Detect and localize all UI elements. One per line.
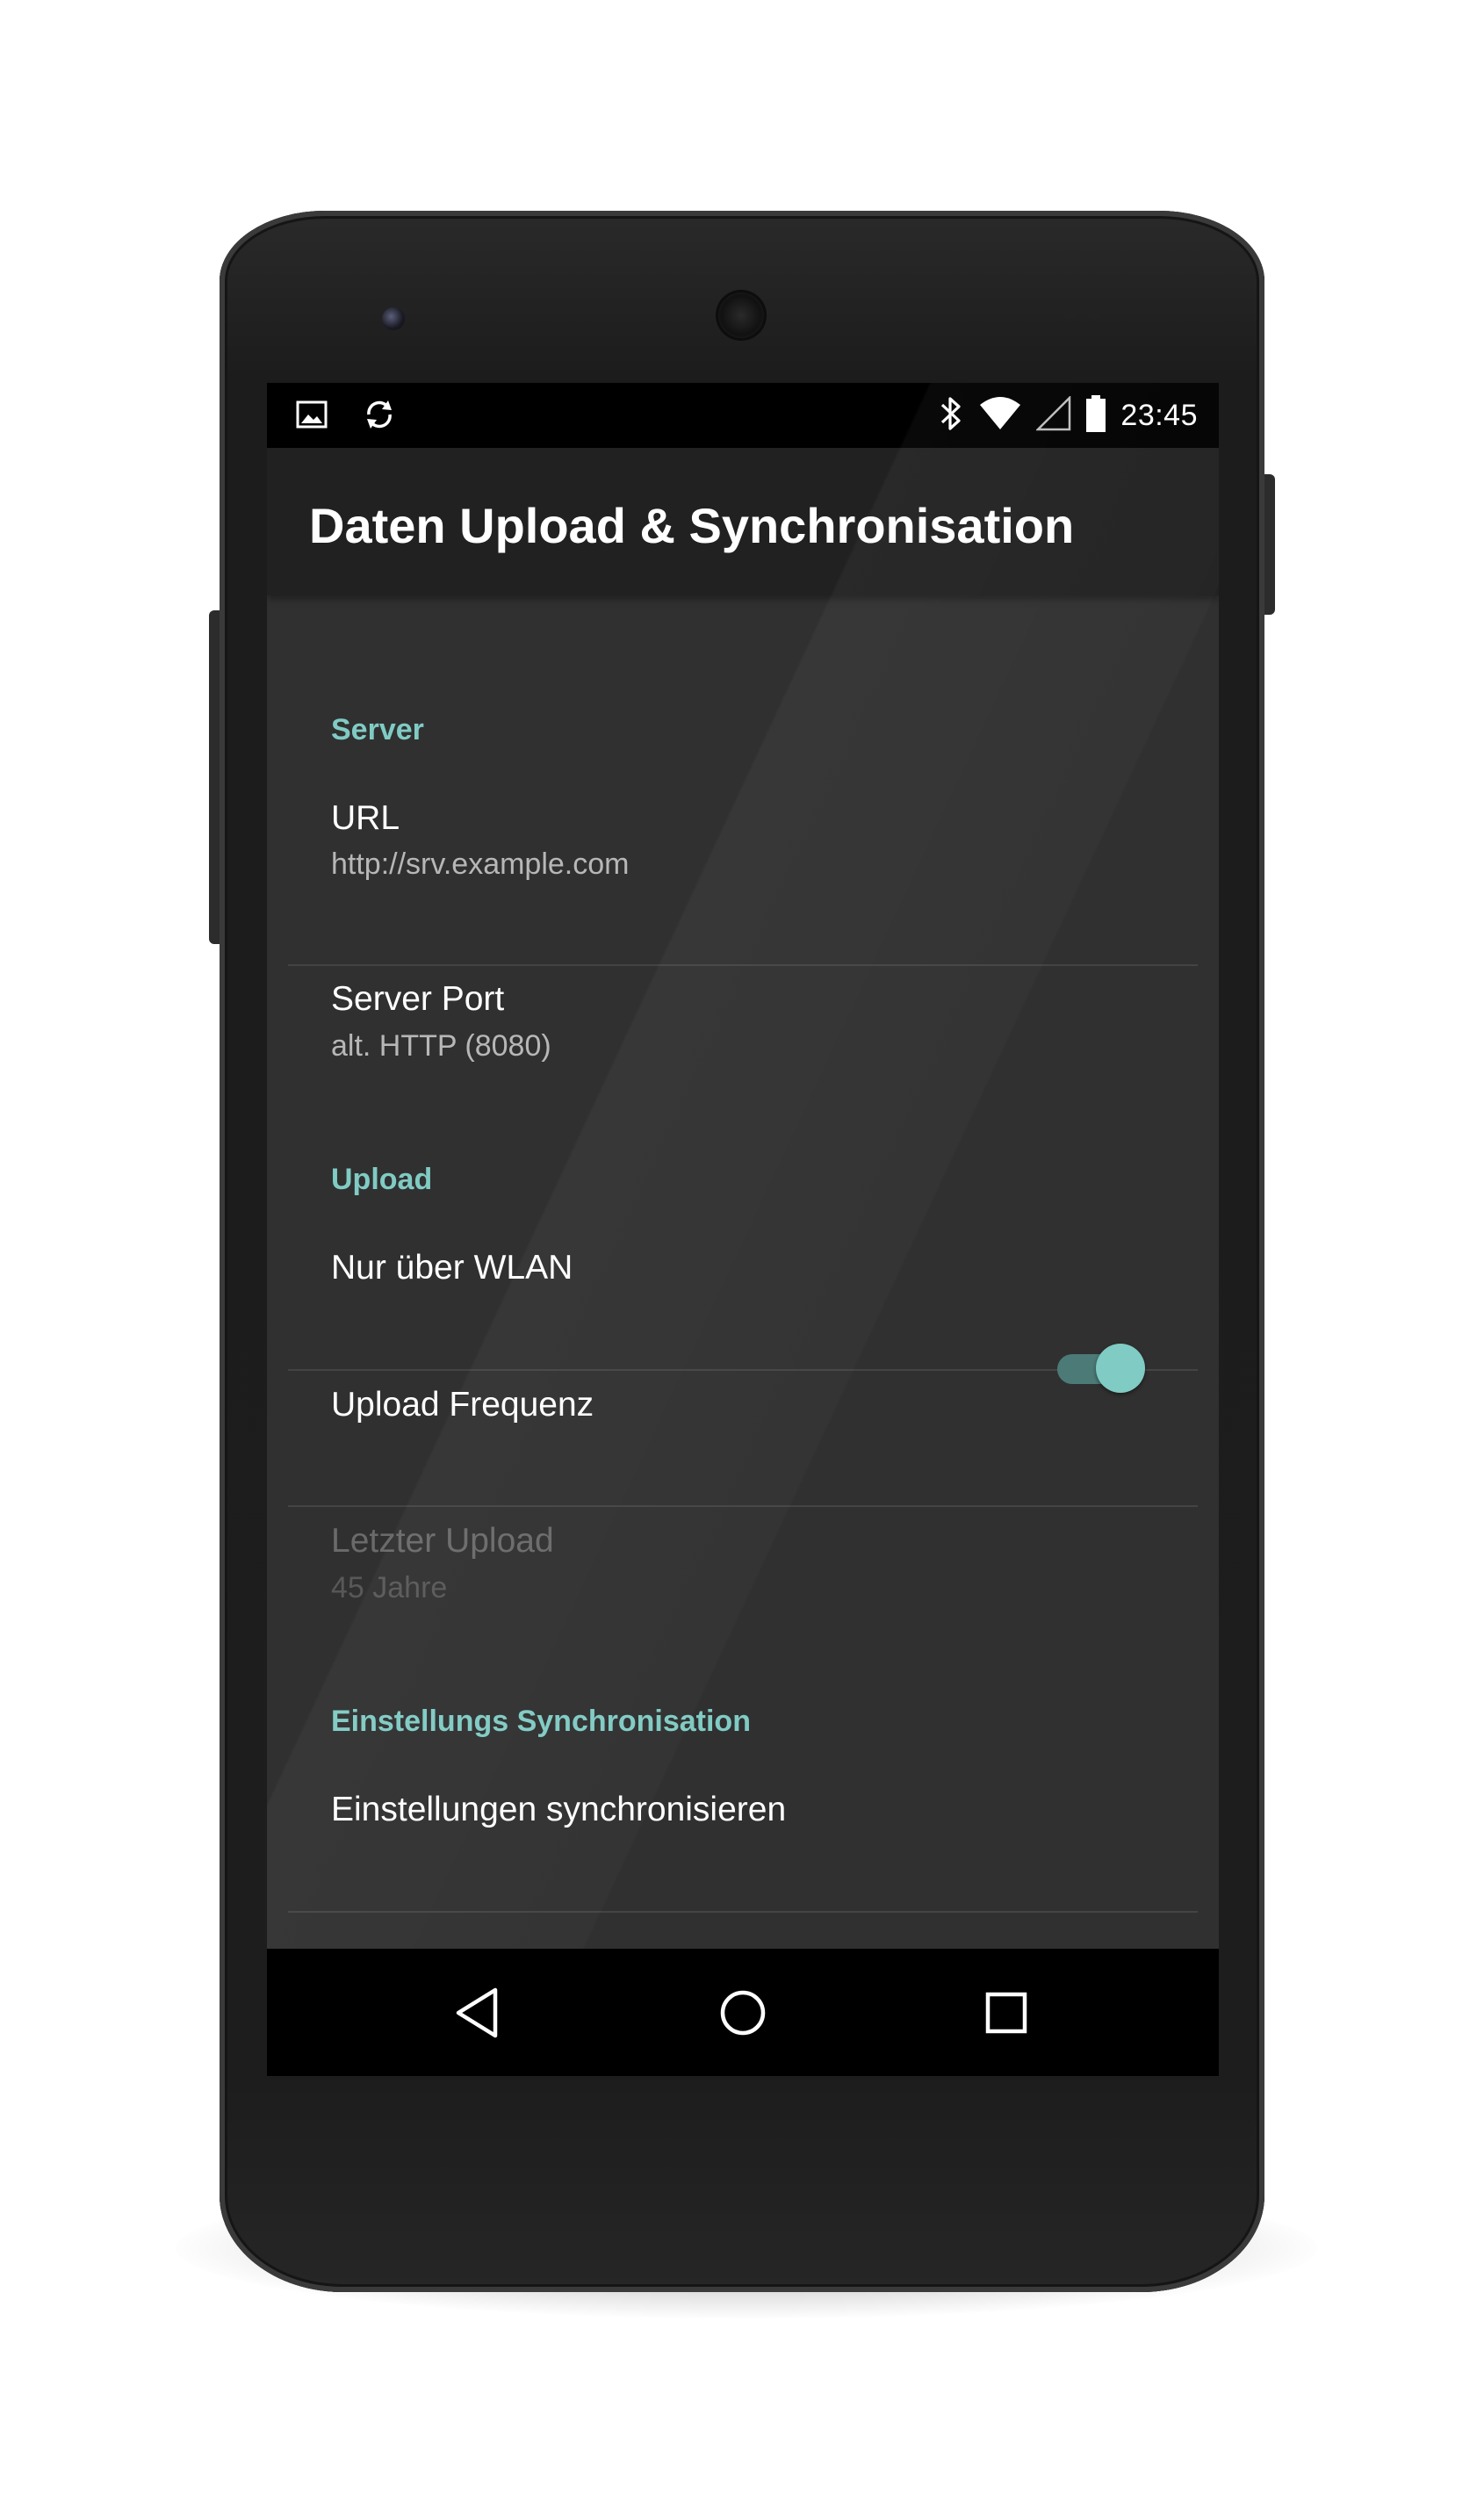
cell-signal-icon: [1035, 394, 1071, 436]
wifi-icon: [978, 396, 1022, 436]
proximity-sensors: [1063, 307, 1115, 325]
back-icon: [453, 1986, 502, 2044]
page-title: Daten Upload & Synchronisation: [309, 498, 1075, 553]
category-server: Server: [331, 713, 424, 746]
wifi-only-switch[interactable]: [1055, 1340, 1145, 1393]
home-icon: [717, 1986, 769, 2044]
screen: 23:45 Daten Upload & Synchronisation Ser…: [267, 383, 1219, 2076]
bluetooth-icon: [938, 394, 964, 437]
device-mockup: 23:45 Daten Upload & Synchronisation Ser…: [0, 0, 1484, 2509]
pref-last-upload-title: Letzter Upload: [331, 1522, 554, 1560]
sync-icon: [362, 397, 397, 436]
pref-sync-settings-title: Einstellungen synchronisieren: [331, 1791, 787, 1828]
switch-thumb: [1096, 1344, 1145, 1393]
status-bar: 23:45: [267, 383, 1219, 448]
pref-url-title: URL: [331, 799, 400, 837]
pref-url-summary: http://srv.example.com: [331, 847, 630, 881]
app-bar: Daten Upload & Synchronisation: [267, 448, 1219, 595]
pref-upload-frequency-title: Upload Frequenz: [331, 1386, 594, 1424]
recents-icon: [982, 1988, 1031, 2042]
recents-button[interactable]: [976, 1984, 1037, 2045]
category-settings-sync: Einstellungs Synchronisation: [331, 1705, 751, 1738]
navigation-bar: [267, 1949, 1219, 2076]
home-button[interactable]: [712, 1984, 774, 2045]
divider: [288, 1911, 1198, 1913]
category-upload: Upload: [331, 1163, 433, 1196]
back-button[interactable]: [447, 1984, 508, 2045]
image-icon: [295, 398, 328, 436]
front-camera: [382, 307, 405, 330]
divider: [288, 1505, 1198, 1507]
earpiece-speaker: [716, 290, 767, 341]
pref-server-port-title: Server Port: [331, 980, 505, 1018]
divider: [288, 964, 1198, 966]
power-button: [1263, 474, 1275, 615]
pref-server-port-summary: alt. HTTP (8080): [331, 1029, 551, 1063]
status-clock: 23:45: [1120, 398, 1198, 432]
pref-last-upload-summary: 45 Jahre: [331, 1571, 448, 1604]
battery-icon: [1085, 394, 1106, 437]
pref-wifi-only-title: Nur über WLAN: [331, 1249, 573, 1287]
